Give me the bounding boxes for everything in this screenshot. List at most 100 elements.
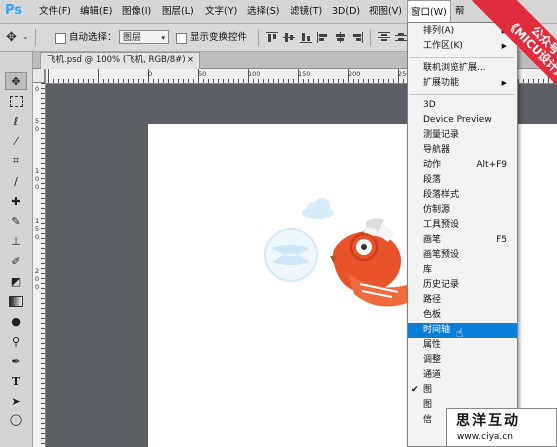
- window-menu-item[interactable]: 导航器: [408, 143, 517, 158]
- menu-item-label: 导航器: [423, 145, 451, 155]
- layer-select-value: 图层: [123, 33, 142, 43]
- ruler-label: 0: [148, 70, 153, 78]
- chevron-down-icon: ▾: [161, 34, 165, 42]
- window-menu-item[interactable]: 测量记录: [408, 128, 517, 143]
- move-tool-icon[interactable]: ✥: [6, 30, 17, 45]
- auto-select-checkbox[interactable]: [55, 33, 66, 44]
- ellipse-tool-icon[interactable]: ◯: [5, 410, 27, 428]
- show-transform-checkbox[interactable]: [176, 33, 187, 44]
- distribute-center-icon[interactable]: [395, 32, 407, 43]
- window-menu-item[interactable]: 段落样式: [408, 188, 517, 203]
- healing-brush-tool-icon[interactable]: ✚: [5, 192, 27, 210]
- auto-select-label: 自动选择：: [69, 32, 117, 43]
- menu-item-label: 调整: [423, 355, 442, 365]
- window-menu-item[interactable]: 仿制源: [408, 203, 517, 218]
- document-tab[interactable]: 飞机.psd @ 100% (飞机, RGB/8#) ×: [40, 52, 200, 69]
- close-icon[interactable]: ×: [187, 53, 194, 68]
- menu-item-shortcut: Alt+F9: [476, 160, 507, 170]
- menu-item-label: 图: [423, 385, 433, 395]
- window-menu-item[interactable]: 调整: [408, 353, 517, 368]
- eyedropper-tool-icon[interactable]: ∕: [5, 172, 27, 190]
- menu-file[interactable]: 文件(F): [39, 0, 71, 23]
- document-tab-title: 飞机.psd @ 100% (飞机, RGB/8#): [47, 55, 186, 65]
- window-menu-item[interactable]: 色板: [408, 308, 517, 323]
- chevron-down-icon[interactable]: ⌄: [22, 32, 29, 41]
- window-menu-item[interactable]: 通道: [408, 368, 517, 383]
- ruler-label: 100: [248, 70, 261, 78]
- type-tool-icon[interactable]: T: [5, 372, 27, 390]
- menu-item-label: 测量记录: [423, 130, 460, 140]
- menu-item-label: 图: [423, 400, 433, 410]
- menu-item-label: 段落: [423, 175, 442, 185]
- align-top-icon[interactable]: [266, 32, 278, 43]
- eraser-tool-icon[interactable]: ◩: [5, 272, 27, 290]
- window-menu-item[interactable]: 属性: [408, 338, 517, 353]
- path-selection-tool-icon[interactable]: ➤: [5, 392, 27, 410]
- window-menu-item[interactable]: 库: [408, 263, 517, 278]
- distribute-top-icon[interactable]: [378, 32, 390, 43]
- watermark-url: www.ciya.cn: [457, 432, 513, 442]
- banner-ribbon: 公众号 《MICU设计》: [472, 0, 557, 110]
- align-vertical-center-icon[interactable]: [283, 32, 295, 43]
- menu-image[interactable]: 图像(I): [122, 0, 151, 23]
- align-right-icon[interactable]: [351, 32, 363, 43]
- window-menu-item[interactable]: 工具预设: [408, 218, 517, 233]
- window-menu-item[interactable]: 动作 Alt+F9: [408, 158, 517, 173]
- history-brush-tool-icon[interactable]: ✐: [5, 252, 27, 270]
- ruler-label: 0: [35, 85, 40, 93]
- menu-item-label: 时间轴: [423, 325, 451, 335]
- menu-window[interactable]: 窗口(W): [407, 0, 451, 23]
- align-left-icon[interactable]: [317, 32, 329, 43]
- photoshop-logo: Ps: [5, 3, 23, 18]
- window-menu-item[interactable]: 历史记录: [408, 278, 517, 293]
- ruler-label: 0: [35, 175, 40, 183]
- menu-view[interactable]: 视图(V): [369, 0, 402, 23]
- brush-tool-icon[interactable]: ✎: [5, 212, 27, 230]
- ruler-label: 0: [35, 283, 40, 291]
- layer-select-dropdown[interactable]: 图层 ▾: [119, 30, 169, 44]
- lasso-tool-icon[interactable]: ℓ: [5, 112, 27, 130]
- window-menu-item[interactable]: 图 ✔: [408, 383, 517, 398]
- menu-edit[interactable]: 编辑(E): [80, 0, 112, 23]
- airplane-illustration: [330, 218, 410, 307]
- window-menu-item[interactable]: 时间轴 ☝: [408, 323, 517, 340]
- clone-stamp-tool-icon[interactable]: ⊥: [5, 232, 27, 250]
- align-horizontal-center-icon[interactable]: [334, 32, 346, 43]
- menu-select[interactable]: 选择(S): [247, 0, 279, 23]
- move-tool-icon[interactable]: ✥: [5, 72, 27, 90]
- align-bottom-icon[interactable]: [300, 32, 312, 43]
- ruler-label: 2: [35, 267, 40, 275]
- menu-item-label: 信: [423, 415, 433, 425]
- ruler-label: 150: [298, 70, 311, 78]
- menu-help[interactable]: 帮: [455, 0, 465, 23]
- pen-tool-icon[interactable]: ✒: [5, 352, 27, 370]
- menu-item-label: 历史记录: [423, 280, 460, 290]
- menu-item-label: 动作: [423, 160, 442, 170]
- tools-panel: ✥ ℓ ⁄ ⌗ ∕ ✚ ✎ ⊥ ✐ ◩ ● ⚲ ✒ T ➤ ◯: [0, 52, 33, 447]
- menu-item-shortcut: F5: [496, 235, 507, 245]
- menu-type[interactable]: 文字(Y): [205, 0, 237, 23]
- ruler-label: 200: [348, 70, 361, 78]
- window-menu-item[interactable]: 画笔预设: [408, 248, 517, 263]
- menu-layer[interactable]: 图层(L): [162, 0, 194, 23]
- gradient-tool-icon[interactable]: [5, 292, 27, 310]
- menu-item-label: 通道: [423, 370, 442, 380]
- menu-filter[interactable]: 滤镜(T): [290, 0, 322, 23]
- ruler-label: 0: [35, 183, 40, 191]
- crop-tool-icon[interactable]: ⌗: [5, 152, 27, 170]
- window-menu-item[interactable]: 路径: [408, 293, 517, 308]
- menu-item-label: 排列(A): [423, 26, 455, 36]
- dodge-tool-icon[interactable]: ⚲: [5, 332, 27, 350]
- ruler-label: 1: [35, 217, 40, 225]
- menu-item-label: 扩展功能: [423, 78, 460, 88]
- marquee-tool-icon[interactable]: [5, 92, 27, 110]
- window-menu-item[interactable]: 段落: [408, 173, 517, 188]
- menu-item-label: 工具预设: [423, 220, 460, 230]
- window-menu-item[interactable]: Device Preview: [408, 113, 517, 128]
- window-menu-item[interactable]: 画笔 F5: [408, 233, 517, 248]
- menu-item-label: 库: [423, 265, 433, 275]
- ruler-origin[interactable]: [33, 69, 45, 83]
- blur-tool-icon[interactable]: ●: [5, 312, 27, 330]
- menu-3d[interactable]: 3D(D): [332, 0, 360, 23]
- magic-wand-tool-icon[interactable]: ⁄: [5, 132, 27, 150]
